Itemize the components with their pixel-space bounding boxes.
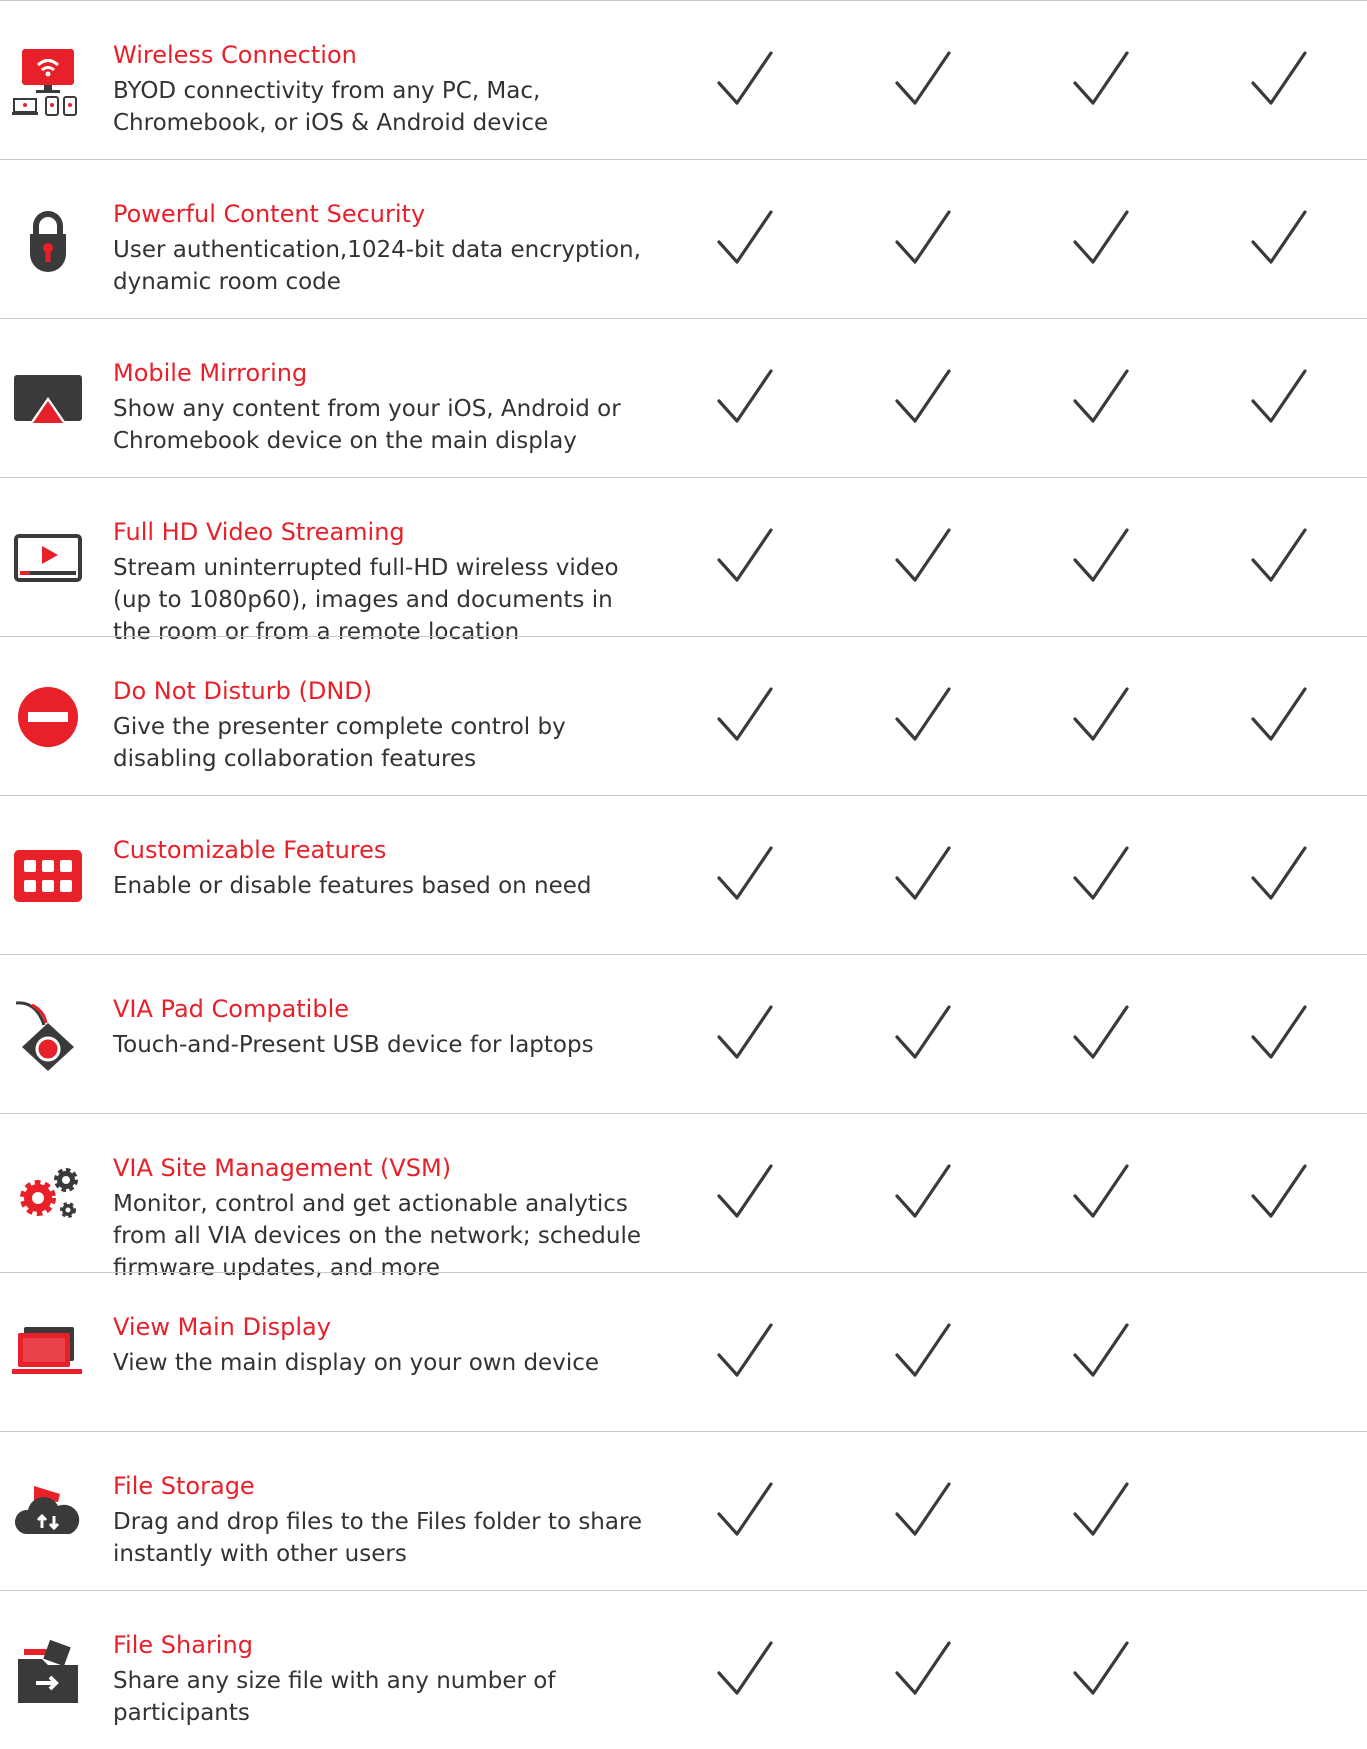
checkmark-icon [893,844,953,904]
checkmark-icon [715,1162,775,1222]
checkmark-icon [1071,1003,1131,1063]
feature-row: VIA Site Management (VSM) Monitor, contro… [0,1113,1367,1281]
checkmark-icon [1071,685,1131,745]
feature-title: Do Not Disturb (DND) [113,677,373,705]
feature-description: Monitor, control and get actionable anal… [113,1191,641,1281]
feature-title: VIA Pad Compatible [113,995,350,1023]
wifi-devices-icon [12,45,84,117]
checkmark-icon [1071,526,1131,586]
checkmark-icon [715,1321,775,1381]
feature-text: Do Not Disturb (DND) Give the presenter c… [113,675,653,775]
checkmark-icon [715,1639,775,1699]
checkmark-icon [1249,49,1309,109]
feature-text: View Main Display View the main display o… [113,1311,653,1379]
checkmark-icon [1071,367,1131,427]
feature-text: VIA Pad Compatible Touch-and-Present USB … [113,993,653,1061]
feature-title: View Main Display [113,1313,331,1341]
checkmark-icon [1071,1162,1131,1222]
feature-text: File Sharing Share any size file with any… [113,1629,653,1729]
feature-description: Enable or disable features based on need [113,873,592,899]
checkmark-icon [1249,844,1309,904]
feature-text: Full HD Video Streaming Stream uninterrup… [113,516,653,648]
feature-row: Full HD Video Streaming Stream uninterrup… [0,477,1367,645]
checkmark-icon [1071,1480,1131,1540]
checkmark-icon [893,1639,953,1699]
feature-description: User authentication,1024-bit data encryp… [113,237,641,295]
checkmark-icon [1071,844,1131,904]
feature-row: Customizable Features Enable or disable f… [0,795,1367,954]
feature-title: Powerful Content Security [113,200,426,228]
checkmark-icon [893,685,953,745]
checkmark-icon [715,1480,775,1540]
laptop-icon [12,1317,84,1389]
checkmark-icon [715,208,775,268]
feature-title: Mobile Mirroring [113,359,308,387]
checkmark-icon [715,1003,775,1063]
feature-text: VIA Site Management (VSM) Monitor, contro… [113,1152,653,1284]
checkmark-icon [715,685,775,745]
checkmark-icon [893,1321,953,1381]
feature-title: Wireless Connection [113,41,357,69]
via-pad-icon [12,999,84,1071]
feature-row: File Storage Drag and drop files to the F… [0,1431,1367,1590]
feature-description: Drag and drop files to the Files folder … [113,1509,643,1567]
feature-description: Show any content from your iOS, Android … [113,396,621,454]
checkmark-icon [1249,1162,1309,1222]
feature-description: Stream uninterrupted full-HD wireless vi… [113,555,619,645]
checkmark-icon [893,1003,953,1063]
feature-row: Do Not Disturb (DND) Give the presenter c… [0,636,1367,795]
cloud-storage-icon [12,1476,84,1548]
checkmark-icon [715,844,775,904]
feature-title: Full HD Video Streaming [113,518,405,546]
feature-row: File Sharing Share any size file with any… [0,1590,1367,1749]
checkmark-icon [1071,208,1131,268]
feature-description: Share any size file with any number of p… [113,1668,556,1726]
feature-row: VIA Pad Compatible Touch-and-Present USB … [0,954,1367,1113]
checkmark-icon [1249,208,1309,268]
checkmark-icon [893,208,953,268]
feature-description: View the main display on your own device [113,1350,600,1376]
checkmark-icon [1249,367,1309,427]
checkmark-icon [1071,1321,1131,1381]
checkmark-icon [893,1162,953,1222]
checkmark-icon [1071,1639,1131,1699]
feature-row: View Main Display View the main display o… [0,1272,1367,1431]
feature-text: File Storage Drag and drop files to the F… [113,1470,653,1570]
feature-description: Touch-and-Present USB device for laptops [113,1032,594,1058]
app-grid-icon [12,840,84,912]
video-player-icon [12,522,84,594]
gears-icon [12,1158,84,1230]
airplay-icon [12,363,84,435]
checkmark-icon [715,49,775,109]
feature-text: Wireless Connection BYOD connectivity fro… [113,39,653,139]
feature-title: Customizable Features [113,836,387,864]
checkmark-icon [715,367,775,427]
feature-text: Powerful Content Security User authentica… [113,198,653,298]
checkmark-icon [893,49,953,109]
feature-title: File Storage [113,1472,255,1500]
checkmark-icon [893,526,953,586]
checkmark-icon [715,526,775,586]
checkmark-icon [1249,1003,1309,1063]
feature-row: Mobile Mirroring Show any content from yo… [0,318,1367,477]
feature-description: BYOD connectivity from any PC, Mac, Chro… [113,78,549,136]
feature-title: File Sharing [113,1631,253,1659]
file-share-icon [12,1635,84,1707]
checkmark-icon [1249,526,1309,586]
checkmark-icon [1249,685,1309,745]
padlock-icon [12,204,84,276]
feature-row: Wireless Connection BYOD connectivity fro… [0,0,1367,159]
feature-text: Customizable Features Enable or disable f… [113,834,653,902]
do-not-disturb-icon [12,681,84,753]
checkmark-icon [1071,49,1131,109]
checkmark-icon [893,1480,953,1540]
feature-text: Mobile Mirroring Show any content from yo… [113,357,653,457]
checkmark-icon [893,367,953,427]
feature-row: Powerful Content Security User authentica… [0,159,1367,318]
feature-description: Give the presenter complete control by d… [113,714,566,772]
feature-title: VIA Site Management (VSM) [113,1154,452,1182]
